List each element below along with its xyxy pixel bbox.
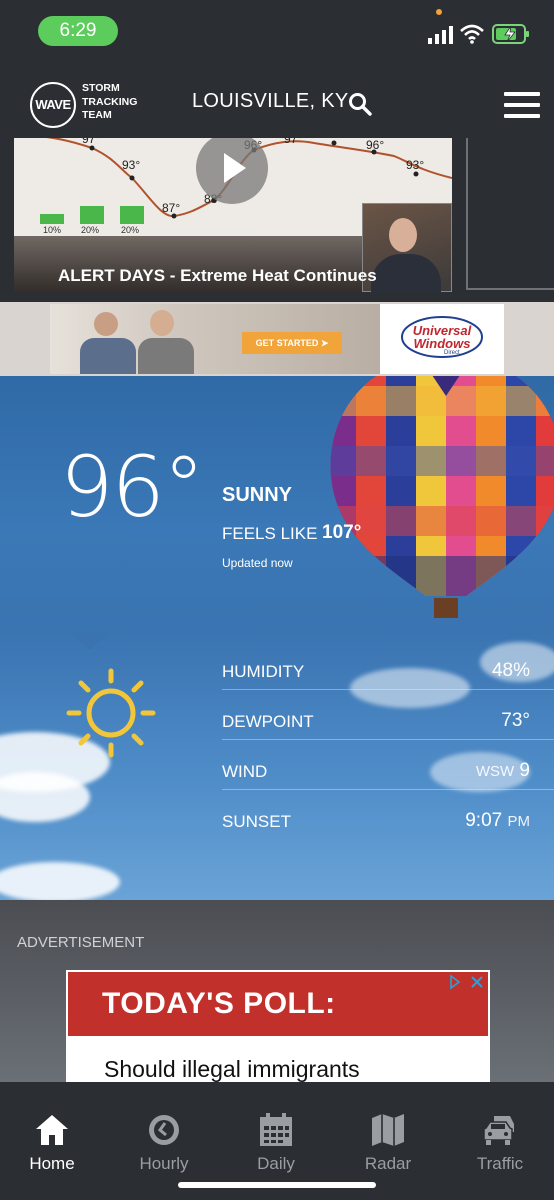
tab-traffic[interactable]: Traffic <box>450 1112 550 1174</box>
poll-question: Should illegal immigrants <box>104 1056 360 1082</box>
privacy-indicator-dot <box>436 9 442 15</box>
detail-row-sunset: SUNSET 9:07 PM <box>222 790 554 840</box>
poll-ad[interactable]: TODAY'S POLL: Should illegal immigrants <box>66 970 490 1082</box>
tab-label: Hourly <box>139 1154 189 1173</box>
signal-icon <box>428 26 453 44</box>
detail-row-wind: WIND WSW 9 <box>222 740 554 790</box>
clock-icon <box>149 1115 179 1145</box>
bottom-tab-bar: Home Hourly Daily Radar Traffic <box>0 1082 554 1200</box>
logo-text: STORM TRACKING TEAM <box>82 82 142 123</box>
chart-temp-label: 87° <box>162 201 181 215</box>
hamburger-menu-icon[interactable] <box>504 92 540 118</box>
home-indicator[interactable] <box>178 1182 376 1188</box>
tab-label: Daily <box>257 1154 295 1173</box>
advertisement-label: ADVERTISEMENT <box>17 934 145 951</box>
tab-label: Home <box>29 1154 75 1173</box>
sun-icon <box>66 668 156 758</box>
banner-ad[interactable]: GET STARTED ➤ Universal Windows Direct <box>0 302 554 376</box>
logo-line-3: TEAM <box>82 109 112 121</box>
status-bar: 6:29 <box>0 0 554 62</box>
video-title[interactable]: ALERT DAYS - Extreme Heat Continues <box>58 266 377 286</box>
tab-radar[interactable]: Radar <box>338 1112 438 1174</box>
sunset-time: 9:07 <box>465 810 503 831</box>
precip-label: 10% <box>43 225 62 235</box>
ad-get-started-button[interactable]: GET STARTED ➤ <box>242 332 342 354</box>
location-title[interactable]: LOUISVILLE, KY <box>192 90 349 113</box>
ad-brand-name: Universal Windows <box>412 323 472 351</box>
precip-label: 20% <box>121 225 140 235</box>
map-icon <box>372 1114 404 1146</box>
app-header: WAVE STORM TRACKING TEAM LOUISVILLE, KY <box>0 62 554 138</box>
chart-temp-label: 96° <box>366 138 385 152</box>
sunset-ampm: PM <box>507 813 531 830</box>
next-video-card[interactable] <box>466 138 554 290</box>
detail-value: 73° <box>501 710 530 731</box>
ad-choices-icon[interactable] <box>448 974 486 990</box>
detail-label: HUMIDITY <box>222 662 305 681</box>
precip-bar <box>120 206 144 224</box>
video-card[interactable]: 97° 93° 87° 88° 96° 97° 96° 93° 10% 20% … <box>14 138 452 292</box>
detail-label: SUNSET <box>222 812 291 831</box>
poll-headline: TODAY'S POLL: <box>68 972 488 1036</box>
condition-text: SUNNY <box>222 484 293 506</box>
search-icon[interactable] <box>348 92 372 116</box>
wave-storm-tracking-logo[interactable]: WAVE STORM TRACKING TEAM <box>30 80 140 130</box>
chart-temp-label: 97° <box>284 138 303 146</box>
cloud-decoration <box>0 862 120 900</box>
calendar-icon <box>260 1113 292 1146</box>
status-time: 6:29 <box>38 16 118 46</box>
pointer-notch <box>70 632 110 650</box>
feels-like-value: 107° <box>322 522 362 543</box>
precip-label: 20% <box>81 225 100 235</box>
detail-value: 9:07 PM <box>465 810 530 832</box>
precip-bar <box>80 206 104 224</box>
video-section: 97° 93° 87° 88° 96° 97° 96° 93° 10% 20% … <box>0 138 554 302</box>
tab-daily[interactable]: Daily <box>226 1112 326 1174</box>
detail-value: 48% <box>491 660 530 681</box>
tab-home[interactable]: Home <box>2 1112 102 1174</box>
ad-photo: GET STARTED ➤ <box>50 304 380 374</box>
chart-temp-label: 97° <box>82 138 101 146</box>
current-temperature: 96° <box>60 438 205 536</box>
detail-value: WSW 9 <box>476 760 530 782</box>
battery-charging-icon <box>492 24 529 44</box>
app-screen: 6:29 WAVE STORM TRACKING TEAM LOUISVILLE… <box>0 0 554 1200</box>
detail-row-humidity: HUMIDITY 48% <box>222 640 554 690</box>
chart-temp-label: 93° <box>122 158 141 172</box>
updated-timestamp: Updated now <box>222 556 293 570</box>
home-icon <box>36 1115 68 1145</box>
tab-label: Traffic <box>476 1154 524 1173</box>
detail-label: WIND <box>222 762 268 781</box>
conditions-details-panel: HUMIDITY 48% DEWPOINT 73° WIND WSW 9 SUN… <box>0 632 554 900</box>
logo-line-2: TRACKING <box>82 95 138 108</box>
detail-label: DEWPOINT <box>222 712 314 731</box>
ad-brand-sub: Direct <box>444 350 460 356</box>
precip-bar <box>40 214 64 224</box>
chart-temp-label: 93° <box>406 158 425 172</box>
ad-brand-logo: Universal Windows Direct <box>380 304 504 374</box>
logo-line-1: STORM <box>82 82 120 94</box>
detail-row-dewpoint: DEWPOINT 73° <box>222 690 554 740</box>
advertisement-section: ADVERTISEMENT TODAY'S POLL: Should illeg… <box>0 900 554 1082</box>
feels-like-label: FEELS LIKE <box>222 524 318 543</box>
tab-hourly[interactable]: Hourly <box>114 1112 214 1174</box>
wind-direction: WSW <box>475 763 515 780</box>
current-conditions-panel: 96° SUNNY FEELS LIKE 107° Updated now <box>0 376 554 632</box>
cars-icon <box>483 1116 514 1145</box>
hot-air-balloon-image <box>330 376 554 618</box>
wind-speed: 9 <box>519 760 530 781</box>
logo-mark: WAVE <box>30 82 76 128</box>
wifi-icon <box>460 24 484 44</box>
tab-label: Radar <box>364 1154 412 1173</box>
